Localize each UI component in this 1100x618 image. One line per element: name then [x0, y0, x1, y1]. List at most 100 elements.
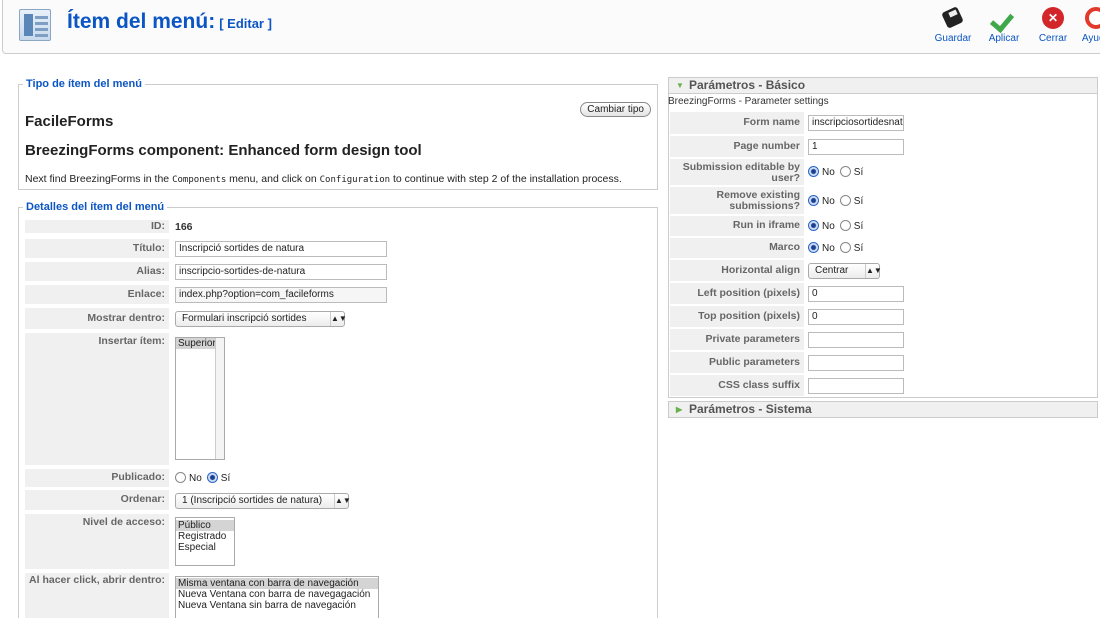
- show-in-value: Formulari inscripció sortides: [182, 313, 307, 324]
- form-name-label: Form name: [670, 112, 804, 135]
- css-suffix-row: CSS class suffix: [670, 375, 1098, 397]
- iframe-no-radio[interactable]: [808, 220, 819, 231]
- order-row: Ordenar: 1 (Inscripció sortides de natur…: [25, 490, 665, 511]
- form-name-row: Form name inscripciosortidesnat: [670, 112, 1098, 135]
- id-row: ID: 166: [25, 220, 665, 234]
- show-in-row: Mostrar dentro: Formulari inscripció sor…: [25, 308, 665, 330]
- menu-type-fieldset: Tipo de ítem del menú FacileForms Cambia…: [18, 78, 658, 190]
- marco-row: Marco No Sí: [670, 238, 1098, 259]
- order-label: Ordenar:: [25, 490, 169, 511]
- link-input[interactable]: index.php?option=com_facileforms: [175, 287, 387, 303]
- alias-row: Alias: inscripcio-sortides-de-natura: [25, 262, 665, 282]
- published-no-label: No: [189, 473, 202, 484]
- published-no-radio[interactable]: [175, 472, 186, 483]
- run-iframe-label: Run in iframe: [670, 216, 804, 237]
- details-fieldset: Detalles del ítem del menú ID: 166 Títul…: [18, 201, 658, 618]
- page-number-input[interactable]: 1: [808, 139, 904, 155]
- left-position-label: Left position (pixels): [670, 283, 804, 305]
- installation-note: Next find BreezingForms in the Component…: [25, 173, 622, 185]
- list-item[interactable]: Público: [176, 520, 234, 531]
- menu-type-name: FacileForms: [25, 113, 114, 130]
- select-arrows-icon: ▲▼: [334, 494, 351, 508]
- insert-item-row: Insertar ítem: Superior: [25, 333, 665, 466]
- note-code-configuration: Configuration: [319, 175, 391, 185]
- remove-submissions-radios: No Sí: [808, 195, 868, 207]
- left-position-row: Left position (pixels) 0: [670, 283, 1098, 305]
- save-label: Guardar: [934, 33, 972, 44]
- details-legend: Detalles del ítem del menú: [23, 201, 168, 213]
- top-position-input[interactable]: 0: [808, 309, 904, 325]
- public-params-label: Public parameters: [670, 352, 804, 374]
- apply-button[interactable]: Aplicar: [979, 6, 1029, 44]
- remove-no-radio[interactable]: [808, 195, 819, 206]
- insert-item-list[interactable]: Superior: [175, 337, 225, 460]
- marco-no-radio[interactable]: [808, 242, 819, 253]
- onclick-list[interactable]: Misma ventana con barra de navegación Nu…: [175, 576, 379, 618]
- save-button[interactable]: Guardar: [928, 6, 978, 44]
- page-title-text: Ítem del menú:: [67, 10, 216, 33]
- collapsed-triangle-icon: ▶: [676, 405, 683, 414]
- expanded-triangle-icon: ▼: [676, 81, 684, 90]
- public-params-input[interactable]: [808, 355, 904, 371]
- title-row: Título: Inscripció sortides de natura: [25, 239, 665, 259]
- params-system-title: Parámetros - Sistema: [689, 402, 812, 416]
- change-type-button[interactable]: Cambiar tipo: [580, 102, 651, 117]
- run-iframe-row: Run in iframe No Sí: [670, 216, 1098, 237]
- marco-radios: No Sí: [808, 242, 868, 254]
- top-position-row: Top position (pixels) 0: [670, 306, 1098, 328]
- iframe-yes-radio[interactable]: [839, 220, 851, 231]
- menu-item-icon: [19, 9, 51, 41]
- page-number-label: Page number: [670, 136, 804, 158]
- marco-label: Marco: [670, 238, 804, 259]
- marco-yes-radio[interactable]: [839, 242, 851, 253]
- show-in-select[interactable]: Formulari inscripció sortides ▲▼: [175, 311, 347, 327]
- link-row: Enlace: index.php?option=com_facileforms: [25, 285, 665, 305]
- page-number-row: Page number 1: [670, 136, 1098, 158]
- access-label: Nivel de acceso:: [25, 514, 169, 570]
- scrollbar[interactable]: [215, 338, 224, 459]
- halign-value: Centrar: [815, 265, 849, 276]
- radio-no-label: No: [822, 167, 835, 178]
- list-item[interactable]: Nueva Ventana con barra de navegagación: [176, 589, 378, 600]
- close-label: Cerrar: [1038, 33, 1068, 44]
- insert-item-label: Insertar ítem:: [25, 333, 169, 466]
- submission-editable-yes-radio[interactable]: [839, 166, 851, 177]
- halign-row: Horizontal align Centrar ▲▼: [670, 260, 1098, 282]
- link-label: Enlace:: [25, 285, 169, 305]
- help-button[interactable]: Ayuda: [1071, 6, 1100, 44]
- title-input[interactable]: Inscripció sortides de natura: [175, 241, 387, 257]
- submission-editable-no-radio[interactable]: [808, 166, 819, 177]
- apply-label: Aplicar: [988, 33, 1020, 44]
- note-text: to continue with step 2 of the installat…: [390, 173, 622, 185]
- published-yes-radio[interactable]: [206, 472, 218, 483]
- css-suffix-input[interactable]: [808, 378, 904, 394]
- submission-editable-radios: No Sí: [808, 166, 868, 178]
- note-code-components: Components: [172, 175, 227, 185]
- list-item[interactable]: Especial: [176, 542, 234, 553]
- halign-select[interactable]: Centrar ▲▼: [808, 263, 882, 279]
- params-basic-header[interactable]: ▼ Parámetros - Básico: [668, 77, 1098, 94]
- id-label: ID:: [25, 220, 169, 234]
- list-item[interactable]: Registrado: [176, 531, 234, 542]
- remove-yes-radio[interactable]: [839, 195, 851, 206]
- title-label: Título:: [25, 239, 169, 259]
- radio-yes-label: Sí: [853, 167, 864, 178]
- menu-type-legend: Tipo de ítem del menú: [23, 78, 145, 90]
- id-value: 166: [175, 221, 193, 233]
- help-label: Ayuda: [1081, 33, 1100, 44]
- published-label: Publicado:: [25, 469, 169, 488]
- private-params-input[interactable]: [808, 332, 904, 348]
- list-item[interactable]: Misma ventana con barra de navegación: [176, 578, 378, 589]
- params-basic-title: Parámetros - Básico: [689, 78, 806, 92]
- list-item[interactable]: Nueva Ventana sin barra de navegación: [176, 600, 378, 611]
- alias-input[interactable]: inscripcio-sortides-de-natura: [175, 264, 387, 280]
- params-system-header[interactable]: ▶ Parámetros - Sistema: [668, 401, 1098, 418]
- published-yes-label: Sí: [220, 473, 231, 484]
- access-list[interactable]: Público Registrado Especial: [175, 517, 235, 566]
- order-select[interactable]: 1 (Inscripció sortides de natura) ▲▼: [175, 493, 351, 509]
- order-value: 1 (Inscripció sortides de natura): [182, 495, 323, 506]
- radio-yes-label: Sí: [853, 196, 864, 207]
- left-position-input[interactable]: 0: [808, 286, 904, 302]
- published-row: Publicado: No Sí: [25, 469, 665, 488]
- form-name-input[interactable]: inscripciosortidesnat: [808, 115, 904, 131]
